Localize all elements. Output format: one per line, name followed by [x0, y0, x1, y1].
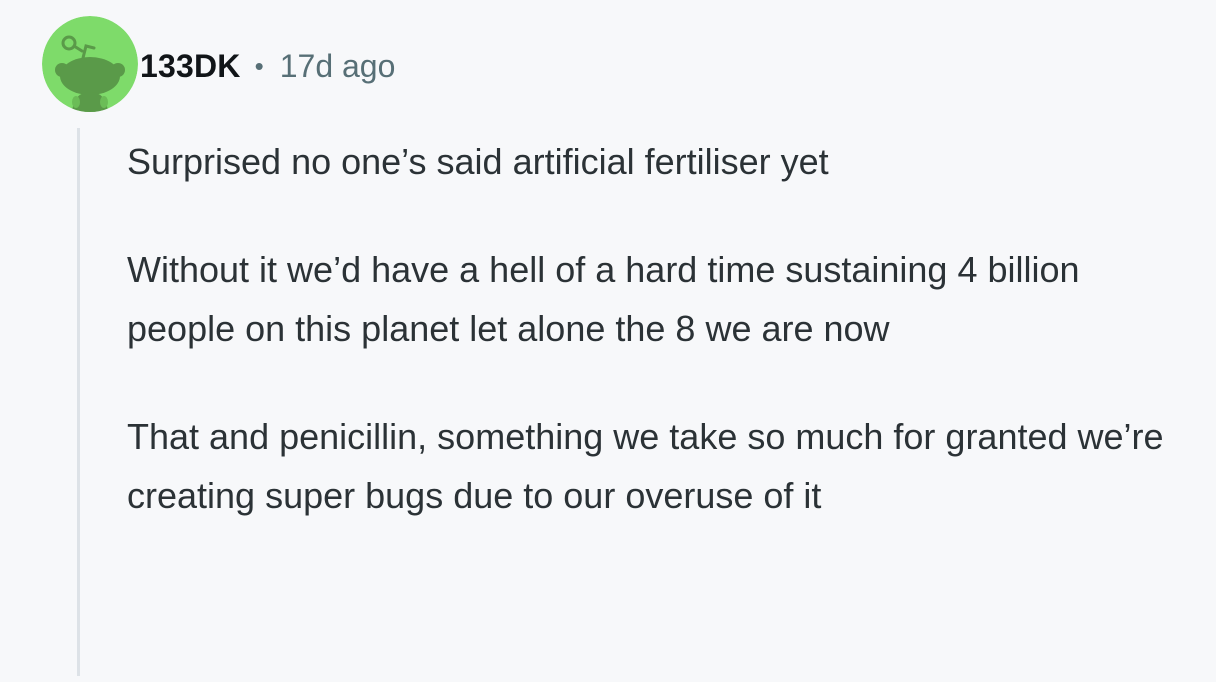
comment-header: 133DK • 17d ago [140, 44, 395, 88]
separator-dot: • [254, 50, 264, 81]
thread-collapse-line[interactable] [77, 128, 80, 676]
comment-paragraph: Without it we’d have a hell of a hard ti… [127, 249, 1080, 349]
comment-paragraph: Surprised no one’s said artificial ferti… [127, 141, 829, 182]
comment-body: Surprised no one’s said artificial ferti… [127, 132, 1187, 525]
username-link[interactable]: 133DK [140, 48, 241, 85]
snoo-avatar-icon [42, 16, 138, 112]
avatar[interactable] [42, 16, 138, 112]
comment-timestamp[interactable]: 17d ago [280, 48, 396, 85]
comment-paragraph: That and penicillin, something we take s… [127, 416, 1164, 516]
